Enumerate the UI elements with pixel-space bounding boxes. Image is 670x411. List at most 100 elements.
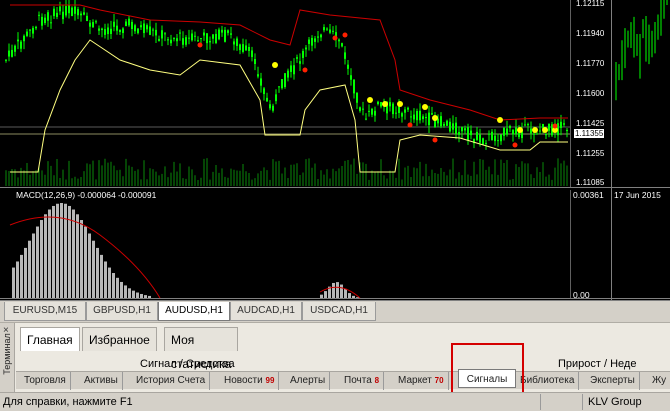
tab-account-history[interactable]: История Счета [132,372,211,390]
candle-body [560,121,562,128]
candle-body [56,12,58,17]
candle-body [341,43,343,47]
tab-main[interactable]: Главная [20,327,80,351]
candle-body [116,25,118,31]
candle-body [236,38,238,46]
candle-body [98,28,100,31]
candle-body [200,38,202,40]
signal-dot-yellow [272,62,278,68]
candle-body [23,35,25,42]
candle-body [239,44,241,51]
candle-body [467,127,469,141]
signal-dot-red [512,142,518,148]
candle-body [485,142,487,144]
candle-body [26,31,28,36]
candle-body [119,29,121,33]
tab-alerts[interactable]: Алерты [286,372,331,390]
candle-body [113,21,115,27]
candle-body [482,138,484,145]
signals-column-header[interactable]: Сигнал / Средства [140,358,235,370]
candle-body [488,133,490,135]
macd-histogram-bar [144,295,147,298]
candle-body [29,29,31,31]
tab-news[interactable]: Новости 99 [220,372,280,390]
macd-histogram-bar [60,203,63,298]
tab-signals[interactable]: Сигналы [458,369,516,388]
macd-histogram-bar [352,295,355,298]
candle-body [566,129,568,132]
status-separator [540,394,541,410]
candle-body [62,11,64,20]
tab-audcad-h1[interactable]: AUDCAD,H1 [230,302,302,321]
candle-body [230,33,232,35]
candle-body [197,40,199,42]
tab-exposure[interactable]: Активы [80,372,123,390]
price-label-3: 1.11770 [576,59,605,68]
candle-body [395,112,397,114]
price-label-7: 1.11085 [576,178,605,187]
macd-histogram-bar [76,214,79,298]
macd-histogram-bar [48,209,51,298]
growth-column-header[interactable]: Прирост / Неде [558,358,636,370]
candle-body [104,29,106,35]
signal-dot-yellow [397,101,403,107]
candle-body [176,38,178,42]
candle-body [536,133,538,135]
tab-code-base[interactable]: Библиотека [516,372,580,390]
candle-body [20,41,22,49]
macd-histogram-bar [124,285,127,298]
macd-histogram-bar [120,281,123,298]
status-profile[interactable]: KLV Group [582,394,642,410]
candle-body [260,78,262,86]
candle-body [368,110,370,112]
signal-dot-red [552,123,558,129]
candle-body [329,29,331,33]
tab-trade[interactable]: Торговля [20,372,71,390]
candle-body [284,73,286,87]
tab-audusd-h1[interactable]: AUDUSD,H1 [158,302,230,321]
candle-body [407,107,409,110]
candle-body [11,49,13,57]
candle-body [515,127,517,134]
candle-body [503,127,505,136]
candle-body [149,26,151,35]
tab-market[interactable]: Маркет 70 [394,372,449,390]
tab-experts[interactable]: Эксперты [586,372,640,390]
candle-body [326,28,328,30]
macd-histogram-bar [88,233,91,298]
macd-histogram-bar [112,273,115,298]
macd-histogram-bar [44,214,47,298]
candle-body [8,50,10,57]
price-label-current: 1.11355 [574,129,605,138]
candle-body [320,34,322,38]
candle-body [278,86,280,88]
macd-histogram-bar [64,203,67,298]
candle-body [50,22,52,24]
candle-body [83,12,85,15]
macd-histogram-bar [348,293,351,298]
tab-usdcad-h1[interactable]: USDCAD,H1 [302,302,376,321]
price-chart[interactable] [0,0,670,300]
tab-favorites[interactable]: Избранное [82,327,157,351]
tab-mailbox[interactable]: Почта 8 [340,372,385,390]
candle-body [44,17,46,24]
candle-body [32,27,34,34]
tab-journal[interactable]: Жу [648,372,670,390]
signal-dot-yellow [367,97,373,103]
candle-body [167,39,169,41]
candle-body [134,25,136,32]
tab-eurusd-m15[interactable]: EURUSD,M15 [4,302,86,321]
candle-body [233,41,235,45]
candle-body [122,28,124,34]
macd-histogram-bar [340,284,343,298]
candle-body [428,112,430,126]
candle-body [392,103,394,115]
candle-body [71,7,73,16]
candle-body [413,114,415,120]
candle-body [266,97,268,102]
tab-my-statistics[interactable]: Моя статистика [164,327,239,371]
tab-gbpusd-h1[interactable]: GBPUSD,H1 [86,302,158,321]
candle-body [422,116,424,120]
terminal-panel: × Терминал Главная Избранное Моя статист… [0,322,670,393]
chart-area[interactable]: 1.12115 1.11940 1.11770 1.11600 1.11425 … [0,0,670,300]
